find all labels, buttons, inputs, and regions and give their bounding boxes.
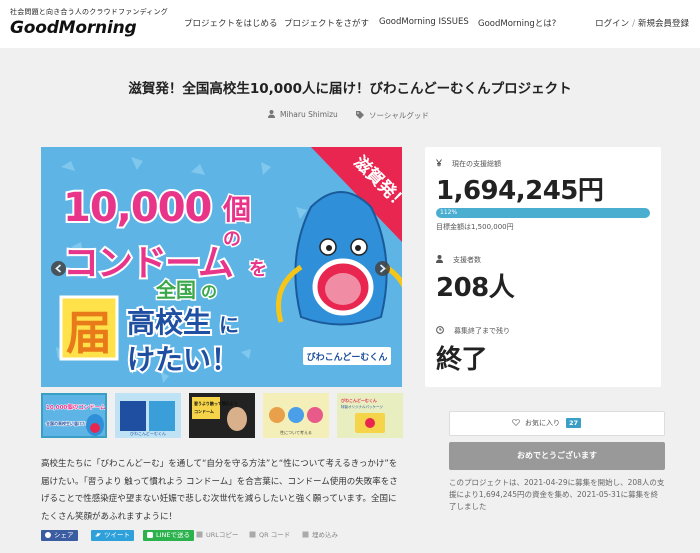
- hero-zenkoku: 全国: [155, 278, 196, 302]
- funding-stats-panel: 現在の支援総額 1,694,245円 目標金額は1,500,000円 支援者数 …: [425, 147, 661, 387]
- yen-icon: [436, 159, 442, 167]
- link-icon: [196, 531, 203, 538]
- chevron-left-icon: [55, 264, 62, 273]
- user-icon: [436, 255, 443, 263]
- thumbnail-3-title: 習うより触って慣れよう: [194, 400, 238, 406]
- remaining-label: 募集終了まで残り: [436, 326, 510, 336]
- line-icon: [147, 532, 153, 538]
- auth-links: ログイン / 新規会員登録: [595, 17, 689, 29]
- amount-value: 1,694,245円: [436, 176, 604, 206]
- hero-ni: に: [219, 313, 239, 337]
- qr-code-icon: [249, 531, 256, 538]
- hero-condom: コンドーム: [63, 243, 233, 284]
- twitter-icon: [95, 533, 101, 537]
- share-facebook-button[interactable]: シェア: [41, 530, 78, 541]
- author[interactable]: Miharu Shimizu: [268, 110, 338, 119]
- author-name: Miharu Shimizu: [280, 110, 338, 119]
- qr-code-label: QR コード: [259, 531, 291, 539]
- backers-value: 208人: [436, 273, 515, 303]
- login-link[interactable]: ログイン: [595, 19, 629, 29]
- favorite-count: 27: [566, 418, 582, 428]
- hero-koukousei: 高校生: [127, 306, 211, 339]
- share-line-button[interactable]: LINEで送る: [143, 530, 195, 541]
- nav-issues[interactable]: GoodMorning ISSUES: [379, 17, 469, 27]
- carousel-next-button[interactable]: [375, 261, 390, 276]
- favorite-label: お気に入り: [525, 419, 560, 427]
- mascot-name: びわこんどーむくん: [307, 351, 388, 363]
- favorite-content: お気に入り 27: [512, 418, 582, 428]
- hero-no2: の: [201, 282, 217, 301]
- nav-find-project[interactable]: プロジェクトをさがす: [284, 17, 369, 29]
- thumbnail-2-title: びわこんどーむくん: [130, 430, 166, 436]
- embed-button[interactable]: 埋め込み: [302, 530, 338, 541]
- backers-label-text: 支援者数: [453, 256, 481, 264]
- amount-label: 現在の支援総額: [436, 159, 501, 169]
- nav-start-project[interactable]: プロジェクトをはじめる: [184, 17, 278, 29]
- category-name: ソーシャルグッド: [369, 111, 429, 120]
- amount-label-text: 現在の支援総額: [452, 160, 501, 168]
- thumbnail-strip: 10,000個のコンドーム 全国の高校生に届けたい！ びわこんどーむくん 習うよ…: [41, 393, 403, 438]
- clock-icon: [436, 326, 444, 334]
- remaining-label-text: 募集終了まで残り: [454, 327, 510, 335]
- thumbnail-4-title: 性について考える: [280, 429, 312, 435]
- progress-percent: 112%: [440, 209, 458, 216]
- user-icon: [268, 110, 275, 118]
- page-title: 滋賀発！全国高校生10,000人に届け！びわこんどーむくんプロジェクト: [128, 81, 572, 97]
- completed-button[interactable]: おめでとうございます: [449, 442, 665, 470]
- project-description: 高校生たちに「びわこんどーむ」を通して“自分を守る方法”と“性について考えるきっ…: [41, 459, 398, 522]
- facebook-icon: [45, 532, 51, 538]
- share-twitter-button[interactable]: ツイート: [91, 530, 134, 541]
- thumbnail-2[interactable]: びわこんどーむくん: [115, 393, 181, 438]
- thumbnail-3-caption: コンドーム: [194, 409, 214, 414]
- heart-icon: [512, 419, 520, 427]
- tag-icon: [356, 111, 364, 119]
- thumbnail-5-title: びわこんどーむくん: [341, 397, 377, 403]
- qr-code-button[interactable]: QR コード: [249, 530, 290, 541]
- share-line-label: LINEで送る: [156, 531, 191, 539]
- thumbnail-1-title: 10,000個のコンドーム: [46, 403, 106, 411]
- hero-wo: を: [249, 259, 267, 280]
- site-header: 社会問題と向き合う人のクラウドファンディング GoodMorning プロジェク…: [0, 0, 700, 48]
- chevron-right-icon: [379, 264, 386, 273]
- carousel-prev-button[interactable]: [51, 261, 66, 276]
- share-facebook-label: シェア: [54, 531, 74, 539]
- share-twitter-label: ツイート: [104, 531, 130, 539]
- hero-count: 10,000: [63, 185, 211, 231]
- thumbnail-3[interactable]: 習うより触って慣れよう コンドーム: [189, 393, 255, 438]
- copy-url-label: URLコピー: [206, 531, 239, 539]
- thumbnail-1[interactable]: 10,000個のコンドーム 全国の高校生に届けたい！: [41, 393, 107, 438]
- thumbnail-5[interactable]: びわこんどーむくん 特製オリジナルパッケージ: [337, 393, 403, 438]
- backers-label: 支援者数: [436, 255, 481, 265]
- project-summary-note: このプロジェクトは、2021-04-29に募集を開始し、208人の支援により1,…: [449, 478, 665, 511]
- nav-about[interactable]: GoodMorningとは?: [478, 17, 556, 29]
- remaining-value: 終了: [436, 345, 488, 375]
- logo-wordmark[interactable]: GoodMorning: [10, 18, 168, 38]
- favorite-button[interactable]: お気に入り 27: [449, 411, 665, 436]
- hero-kemasu: けたい！: [127, 343, 239, 376]
- thumbnail-5-caption: 特製オリジナルパッケージ: [341, 404, 383, 409]
- embed-label: 埋め込み: [312, 531, 338, 539]
- hero-unit: 個: [222, 193, 251, 226]
- signup-link[interactable]: 新規会員登録: [638, 19, 689, 29]
- funding-progress-bar: 112%: [436, 208, 650, 218]
- category[interactable]: ソーシャルグッド: [356, 110, 429, 121]
- auth-divider: /: [632, 19, 635, 29]
- copy-url-button[interactable]: URLコピー: [196, 530, 238, 541]
- thumbnail-4[interactable]: 性について考える: [263, 393, 329, 438]
- logo[interactable]: 社会問題と向き合う人のクラウドファンディング GoodMorning: [10, 7, 168, 38]
- main-project-image: 滋賀発！ 10,000 個 の コンドーム を 全国 の 届 高校生 に けたい…: [41, 147, 402, 387]
- hero-artwork: 滋賀発！ 10,000 個 の コンドーム を 全国 の 届 高校生 に けたい…: [41, 147, 402, 387]
- hero-todoke: 届: [66, 306, 112, 360]
- logo-tagline: 社会問題と向き合う人のクラウドファンディング: [10, 8, 168, 16]
- embed-icon: [302, 531, 309, 538]
- goal-text: 目標金額は1,500,000円: [436, 223, 514, 231]
